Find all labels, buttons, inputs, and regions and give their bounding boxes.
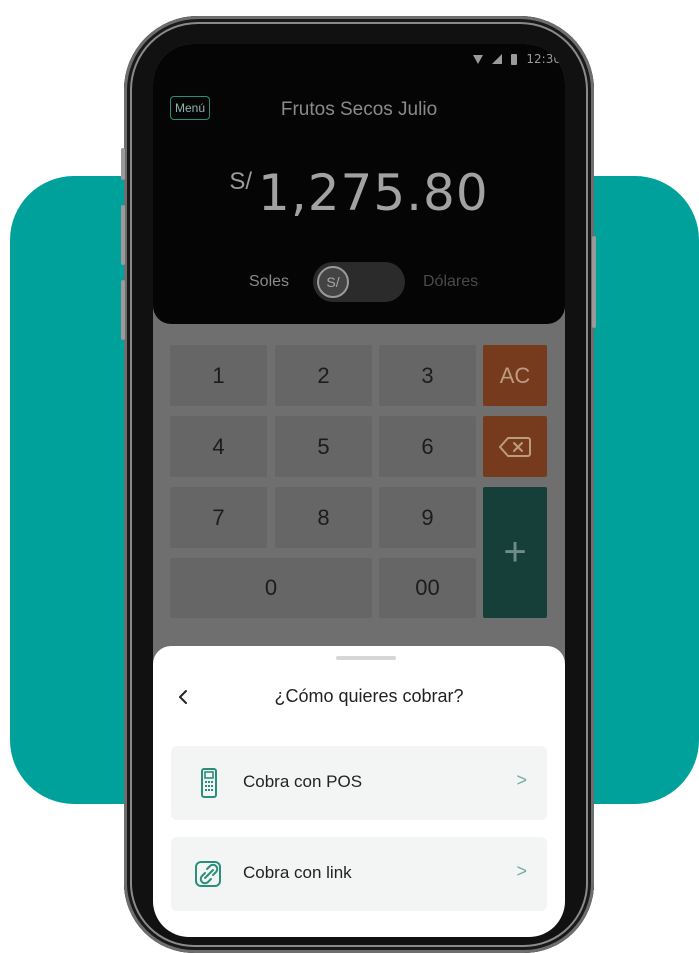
phone-volume-down [121,280,125,340]
clear-button[interactable]: AC [483,345,547,406]
status-icons: 12:30 [473,52,561,66]
phone-side-button [121,148,125,180]
key-1[interactable]: 1 [170,345,267,406]
option-link-label: Cobra con link [243,863,352,882]
currency-toggle[interactable]: S/ [313,262,405,302]
key-5[interactable]: 5 [275,416,372,477]
currency-soles-label[interactable]: Soles [249,273,289,291]
status-bar: 12:30 [153,44,565,74]
battery-icon [511,53,518,65]
key-8[interactable]: 8 [275,487,372,548]
add-button[interactable]: + [483,487,547,618]
key-00[interactable]: 00 [379,558,476,618]
currency-symbol: S/ [229,168,253,195]
option-pos[interactable]: Cobra con POS > [171,746,547,820]
stage: 12:30 Menú Frutos Secos Julio S/1,275.80… [0,0,699,953]
key-2[interactable]: 2 [275,345,372,406]
sheet-drag-handle[interactable] [336,656,396,660]
key-9[interactable]: 9 [379,487,476,548]
key-3[interactable]: 3 [379,345,476,406]
amount-display: S/1,275.80 [153,164,565,222]
key-0[interactable]: 0 [170,558,372,618]
option-link[interactable]: Cobra con link > [171,837,547,911]
option-pos-label: Cobra con POS [243,772,363,791]
amount-panel: 12:30 Menú Frutos Secos Julio S/1,275.80… [153,44,565,324]
phone-screen: 12:30 Menú Frutos Secos Julio S/1,275.80… [153,44,565,937]
phone-volume-up [121,205,125,265]
sheet-title: ¿Cómo quieres cobrar? [274,686,464,706]
currency-toggle-row: Soles S/ Dólares [153,262,565,302]
pos-terminal-icon [193,767,225,799]
status-time: 12:30 [526,52,561,66]
chevron-right-icon: > [516,861,527,881]
phone-power-button [592,236,596,328]
backspace-button[interactable] [483,416,547,477]
key-6[interactable]: 6 [379,416,476,477]
chevron-right-icon: > [516,770,527,790]
wifi-icon [473,54,484,64]
amount-value: 1,275.80 [258,164,489,222]
backspace-icon [499,436,531,457]
link-icon [193,858,225,890]
currency-dolares-label[interactable]: Dólares [423,273,478,291]
store-name: Frutos Secos Julio [280,99,438,120]
key-4[interactable]: 4 [170,416,267,477]
cell-signal-icon [492,54,503,64]
currency-toggle-knob[interactable]: S/ [317,266,349,298]
key-7[interactable]: 7 [170,487,267,548]
payment-method-sheet: ¿Cómo quieres cobrar? Cobra con POS > Co… [153,646,565,937]
